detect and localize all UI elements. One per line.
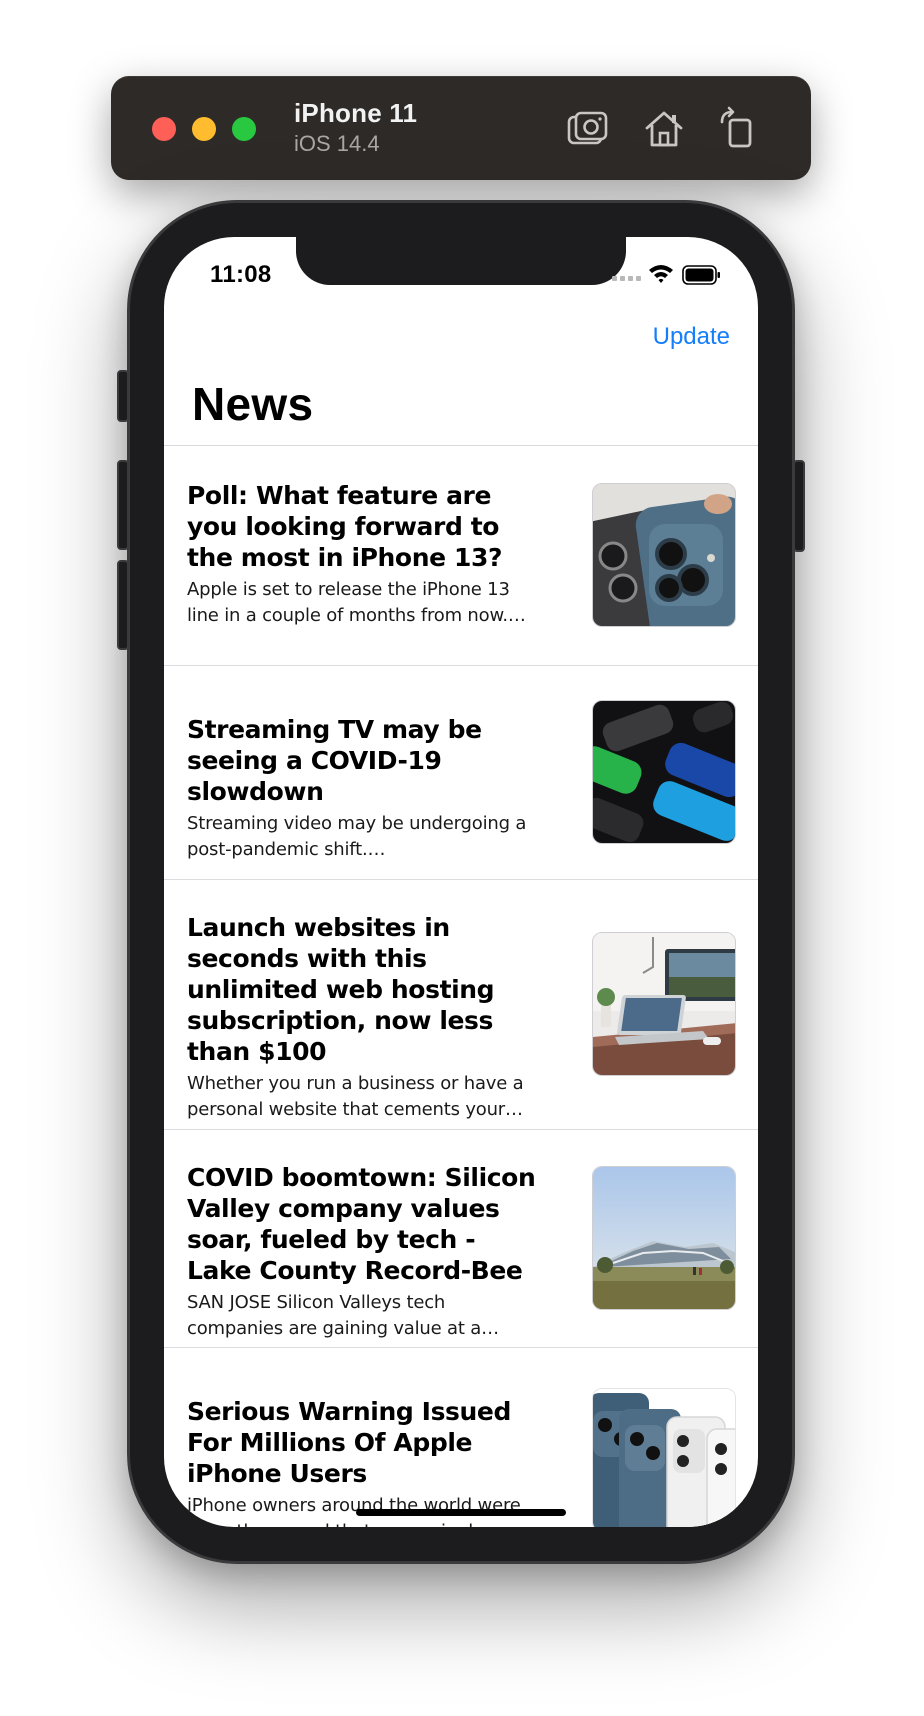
news-row[interactable]: Launch websites in seconds with this unl… bbox=[164, 880, 758, 1130]
news-description: Apple is set to release the iPhone 13 li… bbox=[187, 579, 510, 626]
status-icons bbox=[612, 263, 732, 287]
news-text: Serious Warning Issued For Millions Of A… bbox=[187, 1396, 543, 1527]
news-text: Launch websites in seconds with this unl… bbox=[187, 912, 543, 1123]
news-title: Serious Warning Issued For Millions Of A… bbox=[187, 1397, 511, 1488]
news-title: Launch websites in seconds with this unl… bbox=[187, 913, 495, 1066]
news-description: SAN JOSE Silicon Valleys tech companies … bbox=[187, 1292, 482, 1339]
home-icon bbox=[645, 111, 683, 147]
zoom-window-button[interactable] bbox=[232, 117, 256, 141]
news-row[interactable]: COVID boomtown: Silicon Valley company v… bbox=[164, 1130, 758, 1348]
wifi-icon bbox=[649, 265, 673, 283]
news-thumbnail bbox=[592, 700, 736, 844]
news-list: Poll: What feature are you looking forwa… bbox=[164, 446, 758, 1527]
news-title: Poll: What feature are you looking forwa… bbox=[187, 481, 503, 572]
simulator-os-version: iOS 14.4 bbox=[294, 131, 380, 156]
status-time: 11:08 bbox=[210, 261, 272, 288]
camera-icon bbox=[567, 111, 608, 145]
close-window-button[interactable] bbox=[152, 117, 176, 141]
news-text: Streaming TV may be seeing a COVID-19 sl… bbox=[187, 714, 543, 863]
rotate-icon bbox=[720, 106, 752, 148]
news-row[interactable]: Streaming TV may be seeing a COVID-19 sl… bbox=[164, 666, 758, 880]
iphone-cameras-photo bbox=[593, 484, 735, 626]
remote-control-buttons-photo bbox=[593, 701, 735, 843]
news-text: COVID boomtown: Silicon Valley company v… bbox=[187, 1162, 543, 1342]
cellular-signal-icon bbox=[612, 276, 641, 281]
iphones-lineup-photo bbox=[593, 1389, 735, 1527]
simulator-title-bar: iPhone 11 iOS 14.4 bbox=[111, 76, 811, 180]
news-thumbnail bbox=[592, 483, 736, 627]
news-thumbnail bbox=[592, 1388, 736, 1527]
news-row[interactable]: Poll: What feature are you looking forwa… bbox=[164, 446, 758, 666]
news-thumbnail bbox=[592, 932, 736, 1076]
laptop-desk-photo bbox=[593, 933, 735, 1075]
news-title: Streaming TV may be seeing a COVID-19 sl… bbox=[187, 715, 482, 806]
home-button[interactable] bbox=[641, 106, 687, 152]
update-button[interactable]: Update bbox=[653, 323, 730, 351]
notch bbox=[296, 237, 626, 285]
battery-icon bbox=[682, 265, 720, 285]
simulator-device-name: iPhone 11 bbox=[294, 98, 418, 128]
minimize-window-button[interactable] bbox=[192, 117, 216, 141]
device-screen: 11:08 Update News Poll: What feature are… bbox=[164, 237, 758, 1527]
news-row[interactable]: Serious Warning Issued For Millions Of A… bbox=[164, 1348, 758, 1527]
news-description: Whether you run a business or have a per… bbox=[187, 1073, 524, 1120]
news-thumbnail bbox=[592, 1166, 736, 1310]
news-description: Streaming video may be undergoing a post… bbox=[187, 813, 527, 860]
news-title: COVID boomtown: Silicon Valley company v… bbox=[187, 1163, 536, 1285]
home-indicator[interactable] bbox=[356, 1509, 566, 1516]
page-title: News bbox=[192, 378, 314, 430]
campus-building-photo bbox=[593, 1167, 735, 1309]
rotate-button[interactable] bbox=[714, 106, 760, 152]
screenshot-button[interactable] bbox=[564, 106, 610, 152]
news-text: Poll: What feature are you looking forwa… bbox=[187, 480, 543, 629]
